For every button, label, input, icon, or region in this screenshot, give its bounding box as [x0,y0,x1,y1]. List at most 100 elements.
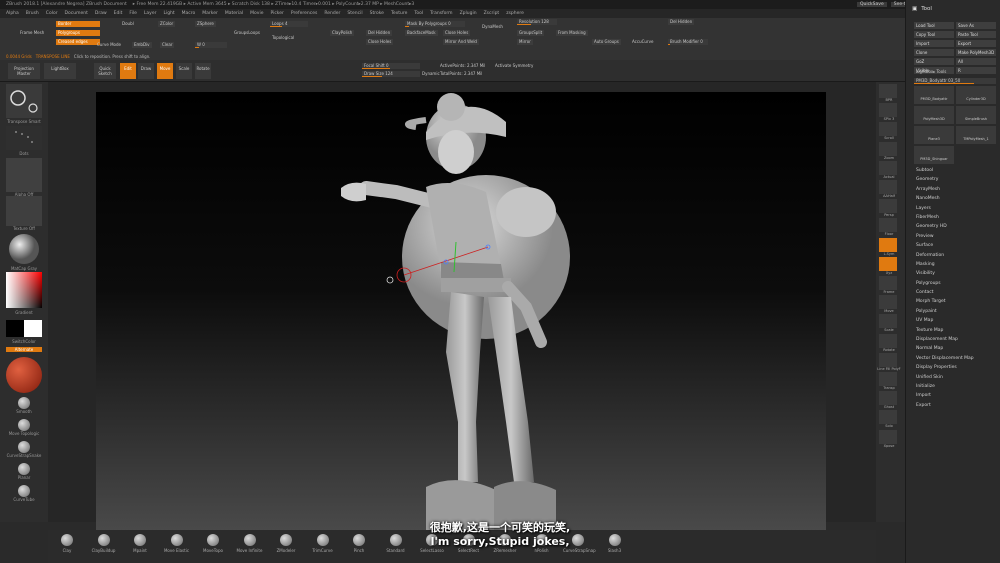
menu-zsphere[interactable]: zsphere [506,11,524,16]
subpalette-polypaint[interactable]: Polypaint [910,307,998,316]
current-tool-slider[interactable]: PM3D_Bodyattr 03_50 [914,78,996,84]
menu-tool[interactable]: Tool [414,11,423,16]
menu-draw[interactable]: Draw [95,11,107,16]
menu-transform[interactable]: Transform [430,11,452,16]
resolution-slider[interactable]: Resolution 128 [517,19,557,25]
close-holes-2-button[interactable]: Close Holes [443,30,471,36]
alternate-button[interactable]: Alternate [6,347,42,352]
del-hidden-2-button[interactable]: Del Hidden [668,19,695,25]
right-tray-frame-button[interactable] [879,276,897,290]
menu-zscript[interactable]: Zscript [484,11,500,16]
color-picker[interactable] [6,272,42,308]
curve-mode-button[interactable]: Curve Mode [95,42,123,48]
subpalette-initialize[interactable]: Initialize [910,382,998,391]
quick-sketch-button[interactable]: Quick Sketch [94,63,116,79]
right-tray-zoom-button[interactable] [879,141,897,156]
menu-stroke[interactable]: Stroke [370,11,384,16]
subpalette-import[interactable]: Import [910,391,998,400]
doubl-button[interactable]: Doubl [120,21,136,27]
edit-button[interactable]: Edit [120,63,136,79]
dynamesh-button[interactable]: DynaMesh [480,24,505,30]
alpha-picker[interactable] [6,158,42,192]
menu-marker[interactable]: Marker [202,11,218,16]
rotate-button[interactable]: Rotate [195,63,211,79]
subpalette-visibility[interactable]: Visibility [910,269,998,278]
subpalette-polygroups[interactable]: Polygroups [910,279,998,288]
loops-slider[interactable]: Loops 4 [270,21,308,27]
menu-render[interactable]: Render [324,11,340,16]
topological-button[interactable]: Topological [270,35,296,41]
brush-modifier-slider[interactable]: Brush Modifier 0 [668,39,708,45]
tool-load-tool-button[interactable]: Load Tool [914,22,954,29]
zsphere-button[interactable]: ZSphere [195,21,216,27]
draw-button[interactable]: Draw [138,63,154,79]
border-toggle[interactable]: Border [56,21,100,27]
tool-thumb[interactable]: TMPolyMesh_1 [956,126,996,144]
left-brush-0[interactable]: Smooth [6,397,42,414]
subpalette-fibermesh[interactable]: FiberMesh [910,213,998,222]
right-tray-bpr-button[interactable] [879,84,897,98]
accucurve-button[interactable]: AccuCurve [630,39,655,45]
menu-brush[interactable]: Brush [26,11,39,16]
mask-by-polygroups-slider[interactable]: Mask By Polygroups 0 [405,21,465,27]
right-tray-aahalf-button[interactable] [879,180,897,194]
tool-import-button[interactable]: Import [914,40,954,47]
subpalette-export[interactable]: Export [910,401,998,410]
tool-thumb[interactable]: Cylinder3D [956,86,996,104]
left-brush-2[interactable]: CurveStrapSnake [6,441,42,458]
subpalette-geometry-hd[interactable]: Geometry HD [910,222,998,231]
subpalette-geometry[interactable]: Geometry [910,175,998,184]
canvas-viewport[interactable] [96,92,826,532]
menu-picker[interactable]: Picker [270,11,283,16]
move-button[interactable]: Move [157,63,173,79]
right-tray-ghost-button[interactable] [879,391,897,406]
subpalette-contact[interactable]: Contact [910,288,998,297]
subpalette-display-properties[interactable]: Display Properties [910,363,998,372]
tool-thumb[interactable]: PolyMesh3D [914,106,954,124]
from-masking-button[interactable]: From Masking [556,30,588,36]
right-tray-xpose-button[interactable] [879,429,897,444]
tool-paste-tool-button[interactable]: Paste Tool [956,31,996,38]
material-picker[interactable] [6,232,42,266]
tool-thumb[interactable]: PM3D_Bodyattr [914,86,954,104]
menu-preferences[interactable]: Preferences [291,11,317,16]
scale-button[interactable]: Scale [176,63,192,79]
menu-alpha[interactable]: Alpha [6,11,19,16]
left-brush-3[interactable]: Planar [6,463,42,480]
tool-save-as-button[interactable]: Save As [956,22,996,29]
subpalette-layers[interactable]: Layers [910,204,998,213]
right-tray-xyz-button[interactable] [879,256,897,271]
right-tray-move-button[interactable] [879,295,897,310]
tool-goz-button[interactable]: GoZ [914,58,954,65]
polygroups-toggle[interactable]: Polygroups [56,30,100,36]
subpalette-nanomesh[interactable]: NanoMesh [910,194,998,203]
subpalette-surface[interactable]: Surface [910,241,998,250]
tool-export-button[interactable]: Export [956,40,996,47]
mirror-button[interactable]: Mirror [517,39,533,45]
menu-edit[interactable]: Edit [114,11,123,16]
menu-material[interactable]: Material [225,11,243,16]
right-tray-l-sym-button[interactable] [879,237,897,252]
subpalette-morph-target[interactable]: Morph Target [910,297,998,306]
zcolor-button[interactable]: ZColor [158,21,176,27]
groups-loops-button[interactable]: GroupsLoops [232,30,262,36]
lightbox-button[interactable]: LightBox [44,63,76,79]
groups-split-button[interactable]: GroupsSplit [517,30,545,36]
menu-movie[interactable]: Movie [250,11,263,16]
left-brush-1[interactable]: Move Topologic [6,419,42,436]
backface-mask-button[interactable]: BackfaceMask [405,30,438,36]
close-holes-button[interactable]: Close Holes [366,39,394,45]
menu-file[interactable]: File [129,11,137,16]
menu-stencil[interactable]: Stencil [347,11,362,16]
stroke-picker[interactable] [6,126,42,150]
tool-clone-button[interactable]: Clone [914,49,954,56]
switch-color-swatch[interactable] [6,320,42,337]
right-tray-transp-button[interactable] [879,372,897,386]
clear-button[interactable]: Clear [160,42,175,48]
right-tray-spix-3-button[interactable] [879,103,897,118]
right-tray-scale-button[interactable] [879,314,897,329]
subpalette-normal-map[interactable]: Normal Map [910,344,998,353]
mirror-and-weld-button[interactable]: Mirror And Weld [443,39,479,45]
subpalette-unified-skin[interactable]: Unified Skin [910,373,998,382]
embdiv-button[interactable]: EmbDiv [132,42,152,48]
